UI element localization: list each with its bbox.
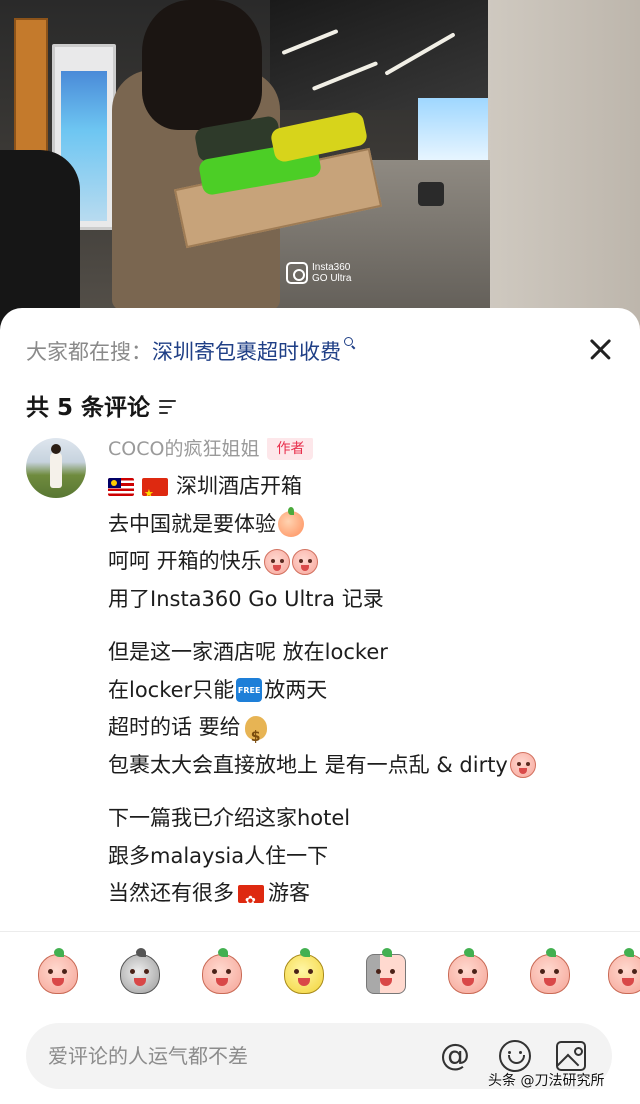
sticker-peach-wall-icon[interactable] (364, 948, 408, 994)
comment-line: 去中国就是要体验 (108, 506, 628, 544)
watermark-line2: GO Ultra (312, 273, 352, 284)
comment-line: 下一篇我已介绍这家hotel (108, 800, 628, 838)
sticker-peach-cover-mouth-icon[interactable] (200, 948, 244, 994)
comment-line: 超时的话 要给 (108, 709, 628, 756)
insta360-watermark: Insta360 GO Ultra (286, 262, 351, 284)
divider (0, 931, 640, 932)
money-bag-icon (244, 715, 267, 756)
comment-line: 呵呵 开箱的快乐 (108, 543, 628, 581)
sticker-yellow-laugh-icon[interactable] (282, 948, 326, 994)
comment-line-text: 游客 (268, 881, 310, 905)
comment-count-label: 共 5 条评论 (26, 395, 151, 421)
search-term-link[interactable]: 深圳寄包裹超时收费 (152, 336, 341, 366)
peach-face-sticker-icon (263, 548, 290, 575)
peach-face-sticker-icon (509, 752, 536, 779)
comment-line-text: 去中国就是要体验 (108, 511, 276, 536)
author-badge: 作者 (267, 438, 314, 460)
comment-line: 跟多malaysia人住一下 (108, 838, 628, 876)
sticker-peach-shy-icon[interactable] (446, 948, 490, 994)
comment-line: 深圳酒店开箱 (108, 468, 628, 506)
video-foreground-shadow (0, 150, 80, 330)
video-wall (488, 0, 640, 330)
comment-item: COCO的疯狂姐姐 作者 深圳酒店开箱 去中国就是要体验 呵呵 开箱的快乐 用了… (0, 438, 640, 932)
malaysia-flag-icon (108, 477, 134, 496)
comment-line-text: 当然还有很多 (108, 881, 234, 905)
china-flag-icon (142, 477, 168, 496)
comment-line: 用了Insta360 Go Ultra 记录 (108, 581, 628, 619)
close-icon[interactable] (587, 336, 613, 362)
comment-text: 深圳酒店开箱 去中国就是要体验 呵呵 开箱的快乐 用了Insta360 Go U… (108, 468, 628, 913)
emoji-smile-icon[interactable] (499, 1040, 531, 1072)
comment-count: 共 5 条评论 (26, 388, 177, 422)
comment-author-row: COCO的疯狂姐姐 作者 (108, 438, 314, 461)
comment-line-text: 跟多malaysia人住一下 (108, 843, 329, 868)
camera-icon (286, 262, 308, 284)
sticker-peach-heart-icon[interactable] (528, 948, 572, 994)
comment-line-text: 用了Insta360 Go Ultra 记录 (108, 586, 384, 611)
sticker-cat-shout-icon[interactable] (118, 948, 162, 994)
comment-line: 当然还有很多 游客 (108, 875, 628, 913)
search-prefix: 大家都在搜： (26, 340, 152, 364)
comment-input[interactable] (48, 1023, 428, 1089)
comment-line-text: 下一篇我已介绍这家hotel (108, 806, 351, 830)
source-watermark: 头条 @刀法研究所 (488, 1073, 605, 1089)
search-suggestion[interactable]: 大家都在搜： 深圳寄包裹超时收费 (26, 336, 356, 366)
mention-at-icon[interactable]: @ (438, 1040, 472, 1074)
comment-line-text: 但是这一家酒店呢 放在locker (108, 640, 388, 664)
video-robot-dog (418, 182, 444, 206)
sticker-peach-tears-icon[interactable] (606, 948, 640, 994)
watermark-line1: Insta360 (312, 262, 351, 273)
video-player[interactable]: Insta360 GO Ultra (0, 0, 640, 330)
comment-line-text: 超时的话 要给 (108, 715, 241, 739)
comment-line: 在locker只能 FREE 放两天 (108, 672, 628, 710)
hong-kong-flag-icon (238, 884, 264, 903)
comment-line-text: 在locker只能 (108, 677, 235, 702)
peach-emoji-icon (278, 507, 304, 538)
video-window (418, 98, 494, 160)
search-icon (344, 337, 356, 349)
avatar[interactable] (26, 438, 86, 498)
image-picker-icon[interactable] (556, 1041, 586, 1071)
comment-line: 但是这一家酒店呢 放在locker (108, 634, 628, 672)
comment-line-text: 呵呵 开箱的快乐 (108, 549, 262, 573)
comment-line-text: 放两天 (264, 677, 328, 702)
sort-filter-icon[interactable] (159, 400, 177, 414)
peach-face-sticker-icon (291, 548, 318, 575)
comment-line: 包裹太大会直接放地上 是有一点乱 & dirty (108, 747, 628, 785)
author-name[interactable]: COCO的疯狂姐姐 (108, 438, 259, 461)
sticker-strip[interactable] (0, 944, 640, 1004)
free-badge-icon: FREE (236, 678, 263, 703)
sticker-peach-cry-icon[interactable] (36, 948, 80, 994)
video-ceiling (270, 0, 510, 110)
comment-line-text: 包裹太大会直接放地上 是有一点乱 & dirty (108, 752, 508, 777)
comment-sheet: 大家都在搜： 深圳寄包裹超时收费 共 5 条评论 COCO的疯狂姐姐 作者 深圳… (0, 308, 640, 1104)
comment-line-text: 深圳酒店开箱 (176, 474, 302, 498)
